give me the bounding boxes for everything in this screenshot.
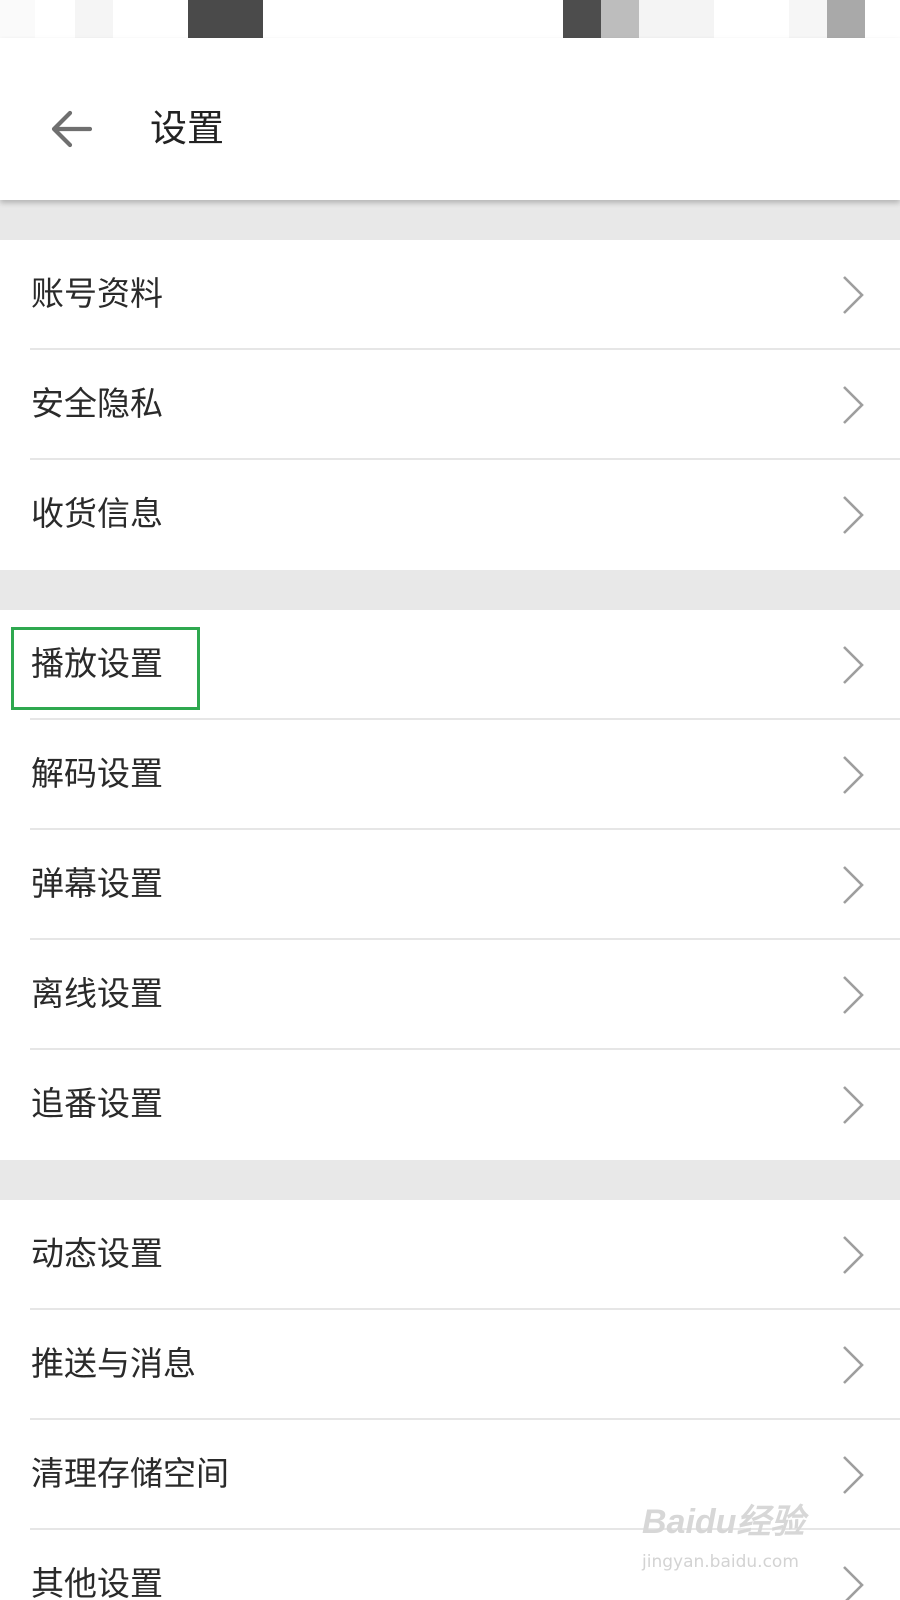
chevron-right-icon [843, 646, 864, 684]
settings-item-label: 清理存储空间 [31, 1454, 229, 1493]
settings-item-label: 离线设置 [31, 974, 163, 1013]
chevron-right-icon [843, 866, 864, 904]
chevron-right-icon [843, 1236, 864, 1274]
settings-list: 账号资料 安全隐私 收货信息 播放设置 解码设置 弹幕设置 离线设置 追番设置 … [0, 200, 900, 1600]
app-header: 设置 [0, 38, 900, 200]
chevron-right-icon [843, 756, 864, 794]
chevron-right-icon [843, 976, 864, 1014]
settings-item-push-messages[interactable]: 推送与消息 [0, 1310, 900, 1420]
settings-item-dynamic[interactable]: 动态设置 [0, 1200, 900, 1310]
status-bar-obscured-block [188, 0, 263, 38]
settings-section-playback: 播放设置 解码设置 弹幕设置 离线设置 追番设置 [0, 610, 900, 1160]
settings-item-label: 弹幕设置 [31, 864, 163, 903]
settings-section-other: 动态设置 推送与消息 清理存储空间 其他设置 [0, 1200, 900, 1600]
chevron-right-icon [843, 1086, 864, 1124]
settings-item-security-privacy[interactable]: 安全隐私 [0, 350, 900, 460]
settings-item-label: 动态设置 [31, 1234, 163, 1273]
settings-item-follow-series[interactable]: 追番设置 [0, 1050, 900, 1160]
status-bar [0, 0, 900, 38]
status-bar-obscured-block [601, 0, 639, 38]
settings-item-clear-storage[interactable]: 清理存储空间 [0, 1420, 900, 1530]
settings-item-label: 其他设置 [31, 1564, 163, 1600]
settings-item-label: 解码设置 [31, 754, 163, 793]
status-bar-obscured-block [0, 0, 35, 38]
settings-item-shipping-info[interactable]: 收货信息 [0, 460, 900, 570]
status-bar-obscured-block [563, 0, 601, 38]
chevron-right-icon [843, 276, 864, 314]
status-bar-obscured-block [75, 0, 113, 38]
chevron-right-icon [843, 1346, 864, 1384]
status-bar-obscured-block [827, 0, 865, 38]
back-arrow-icon [51, 110, 92, 148]
page-title: 设置 [150, 107, 224, 150]
settings-item-label: 收货信息 [31, 494, 163, 533]
status-bar-obscured-block [639, 0, 714, 38]
settings-item-label: 播放设置 [31, 644, 163, 683]
settings-item-playback[interactable]: 播放设置 [0, 610, 900, 720]
chevron-right-icon [843, 386, 864, 424]
settings-item-offline[interactable]: 离线设置 [0, 940, 900, 1050]
chevron-right-icon [843, 1456, 864, 1494]
settings-item-label: 安全隐私 [31, 384, 163, 423]
chevron-right-icon [843, 496, 864, 534]
chevron-right-icon [843, 1566, 864, 1600]
settings-item-label: 推送与消息 [31, 1344, 196, 1383]
settings-item-other[interactable]: 其他设置 [0, 1530, 900, 1600]
settings-item-account-profile[interactable]: 账号资料 [0, 240, 900, 350]
settings-section-account: 账号资料 安全隐私 收货信息 [0, 240, 900, 570]
settings-item-label: 追番设置 [31, 1084, 163, 1123]
settings-item-decoding[interactable]: 解码设置 [0, 720, 900, 830]
settings-item-danmaku[interactable]: 弹幕设置 [0, 830, 900, 940]
back-button[interactable] [36, 100, 106, 158]
status-bar-obscured-block [789, 0, 827, 38]
settings-item-label: 账号资料 [31, 274, 163, 313]
